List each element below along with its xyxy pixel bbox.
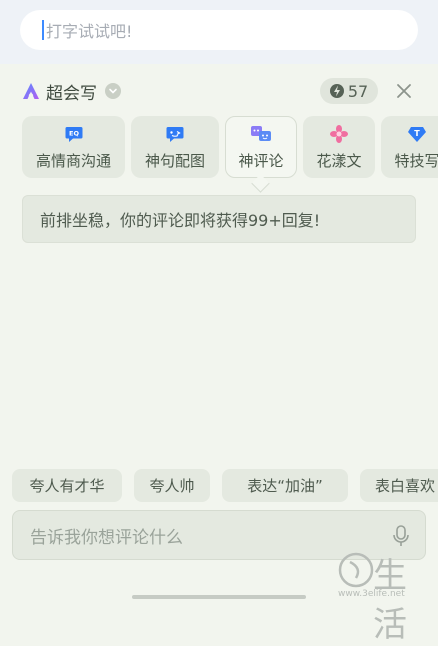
chip-praise-talent[interactable]: 夸人有才华 (12, 469, 122, 502)
tool-sentence-image[interactable]: 神句配图 (131, 116, 219, 178)
text-caret (42, 20, 44, 40)
quick-chips: 夸人有才华 夸人帅 表达“加油” 表白喜欢 (12, 469, 438, 502)
diamond-t-icon: T (408, 126, 426, 142)
eq-icon: EQ (65, 126, 82, 142)
tool-label: 高情商沟通 (35, 151, 111, 170)
comment-faces-icon (251, 125, 271, 141)
suggestion-text: 前排坐稳，你的评论即将获得99+回复! (40, 211, 321, 230)
chip-confess-love[interactable]: 表白喜欢 (360, 469, 438, 502)
comment-request-placeholder: 告诉我你想评论什么 (30, 527, 183, 548)
home-indicator (132, 595, 306, 599)
tool-label: 神句配图 (144, 151, 205, 170)
chip-cheer-up[interactable]: 表达“加油” (222, 469, 348, 502)
tool-special-writing[interactable]: T 特技写 (381, 116, 438, 178)
tool-label: 花漾文 (316, 151, 362, 170)
tool-flower-text[interactable]: 花漾文 (303, 116, 375, 178)
app-logo-icon (23, 83, 39, 99)
tool-divine-comment[interactable]: 神评论 (225, 116, 297, 178)
lightning-icon (329, 84, 344, 98)
panel-title: 超会写 (46, 83, 97, 104)
text-input[interactable]: 打字试试吧! (20, 10, 418, 50)
close-icon[interactable] (395, 82, 413, 100)
tool-tabs: EQ 高情商沟通 神句配图 神评论 花漾文 T 特技写 (22, 116, 438, 180)
text-input-placeholder: 打字试试吧! (46, 22, 133, 41)
chat-face-icon (166, 126, 184, 142)
flower-icon (330, 124, 348, 143)
suggestion-card[interactable]: 前排坐稳，你的评论即将获得99+回复! (22, 195, 416, 243)
microphone-icon[interactable] (390, 524, 412, 548)
chip-praise-handsome[interactable]: 夸人帅 (134, 469, 210, 502)
tool-label: 特技写 (394, 151, 438, 170)
tool-label: 神评论 (238, 151, 284, 170)
panel-header: 超会写 (22, 78, 121, 104)
tool-eq-communication[interactable]: EQ 高情商沟通 (22, 116, 125, 178)
points-count: 57 (347, 81, 369, 101)
top-bar: 打字试试吧! (0, 0, 438, 64)
svg-text:T: T (414, 129, 420, 138)
svg-text:EQ: EQ (69, 129, 79, 137)
points-badge[interactable]: 57 (320, 78, 378, 104)
watermark-url: www.3elife.net (338, 589, 405, 599)
chevron-down-icon[interactable] (105, 83, 121, 99)
